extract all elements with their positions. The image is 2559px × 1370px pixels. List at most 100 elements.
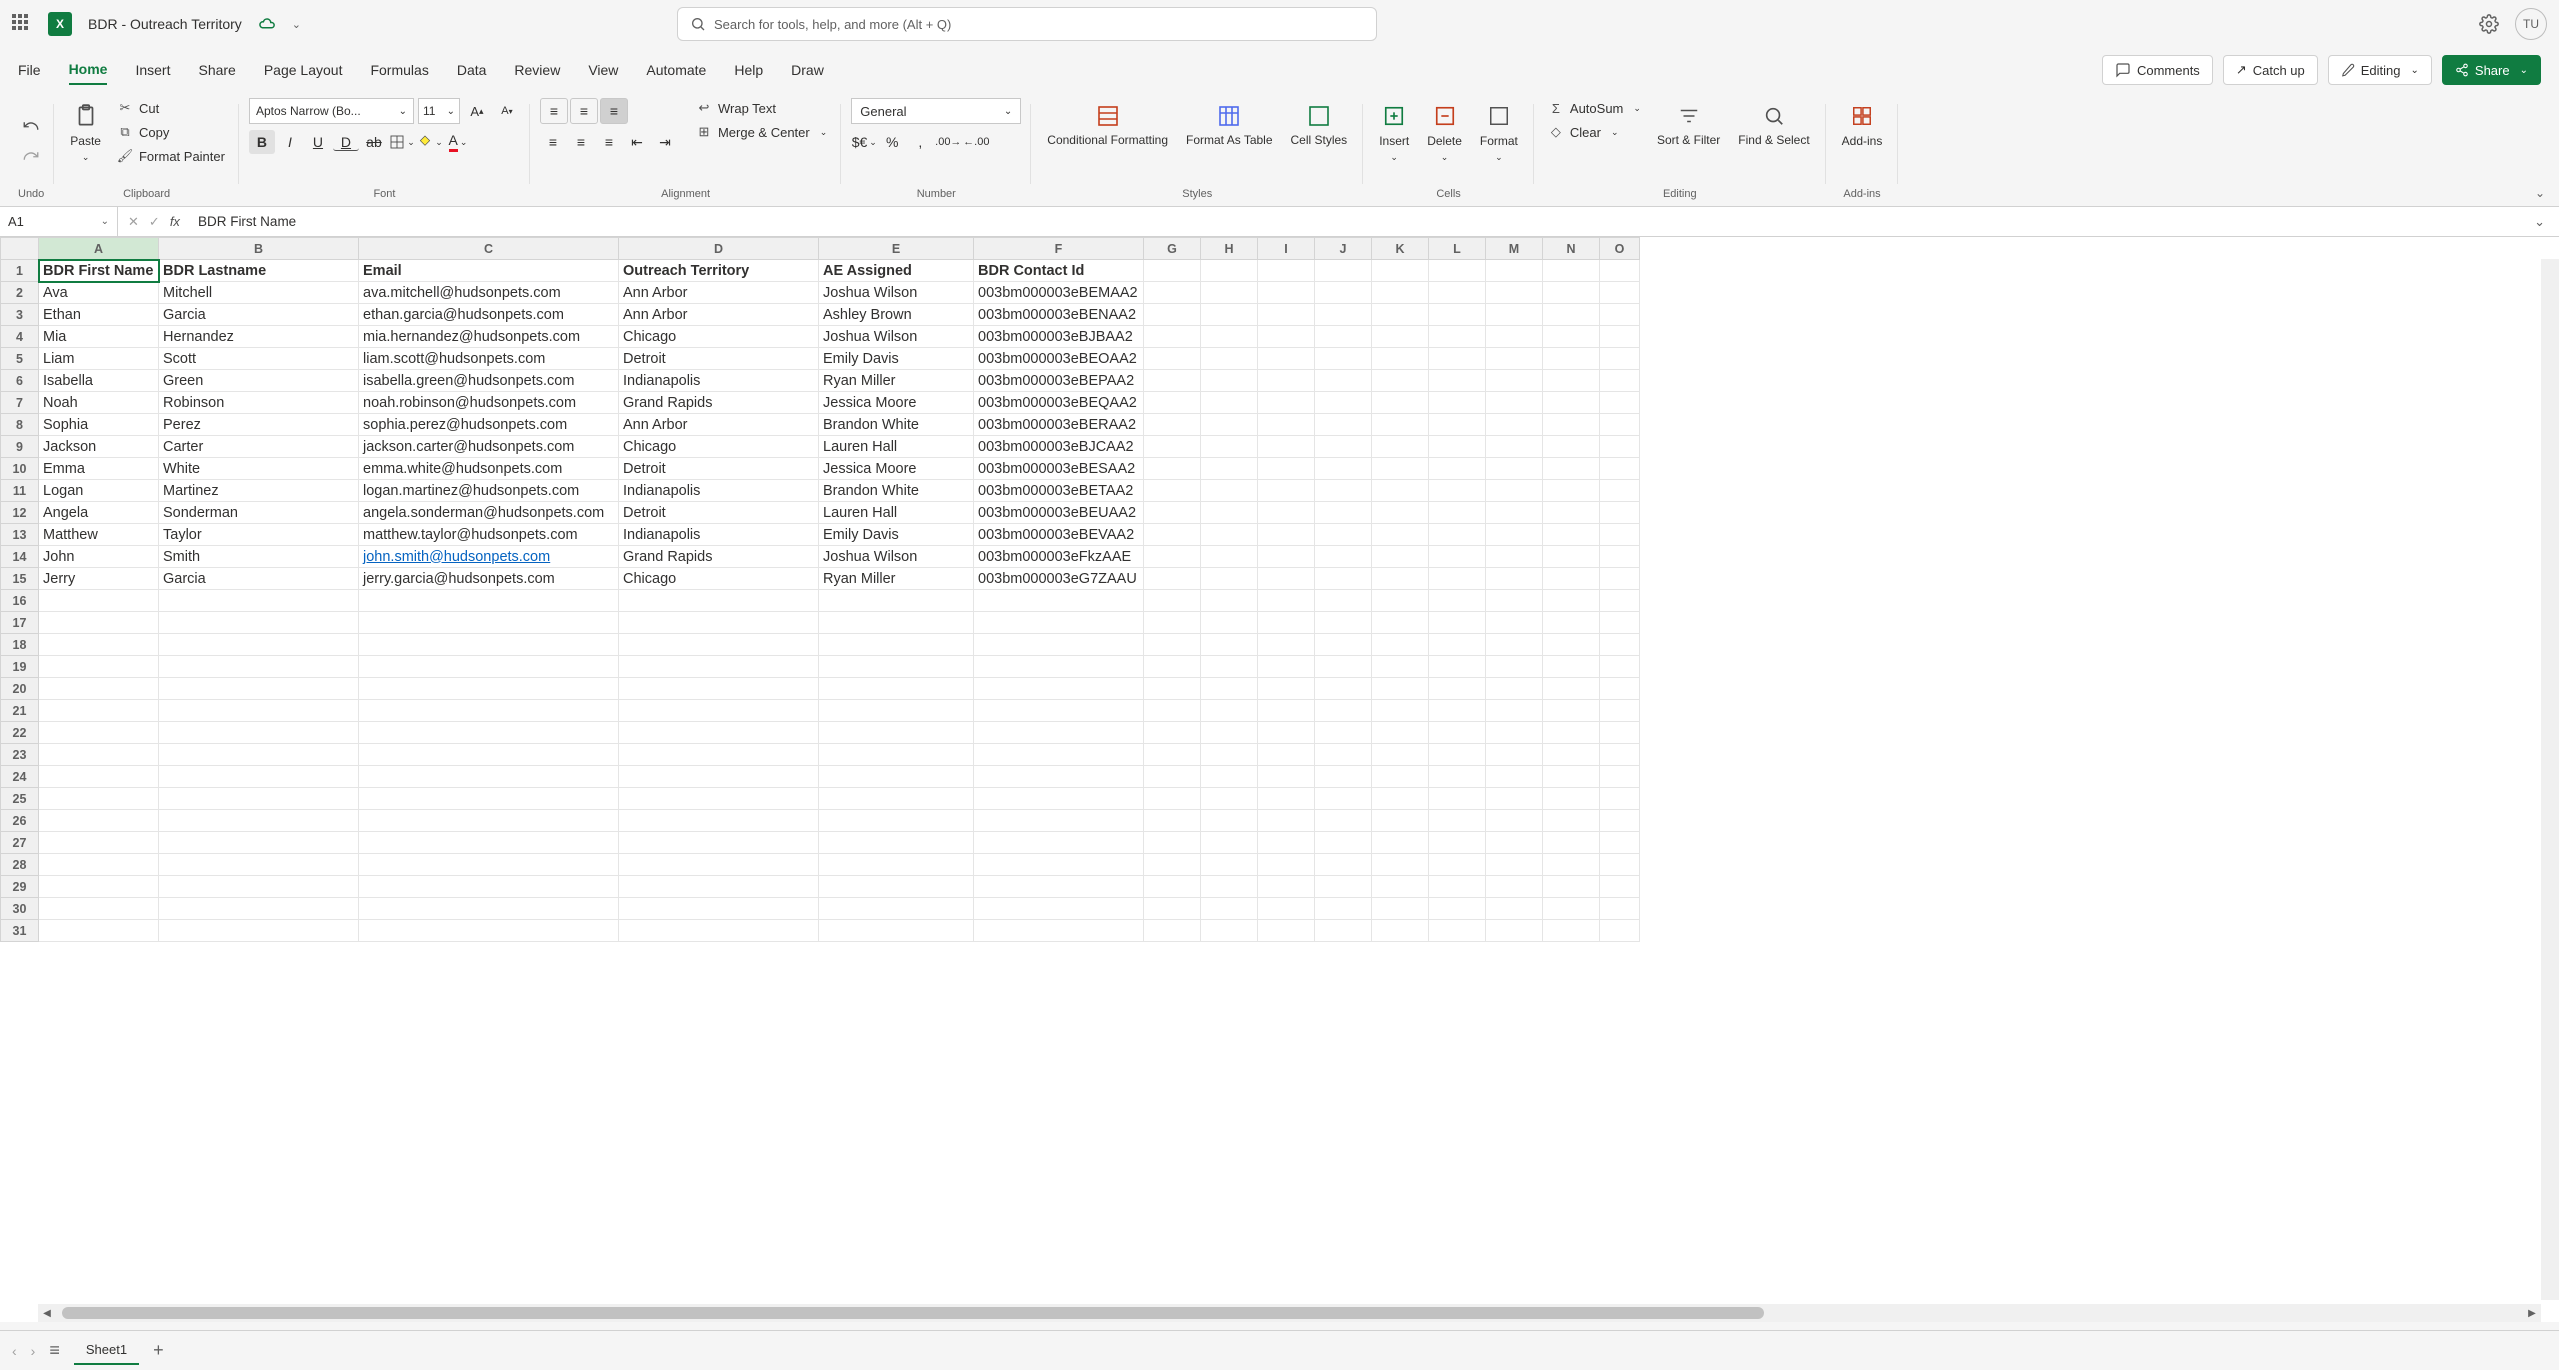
cell[interactable]: [1258, 348, 1315, 370]
cell[interactable]: [1201, 854, 1258, 876]
cell[interactable]: [1543, 788, 1600, 810]
cell[interactable]: [39, 656, 159, 678]
cell[interactable]: [1486, 766, 1543, 788]
cell[interactable]: Ann Arbor: [619, 282, 819, 304]
underline-button[interactable]: U: [305, 130, 331, 154]
paste-button[interactable]: Paste ⌄: [64, 98, 107, 167]
cell[interactable]: [619, 854, 819, 876]
cell[interactable]: [159, 744, 359, 766]
scroll-right-icon[interactable]: ▶: [2523, 1308, 2541, 1319]
cell[interactable]: [1600, 678, 1640, 700]
cell[interactable]: [1201, 612, 1258, 634]
cell[interactable]: [1258, 260, 1315, 282]
cell[interactable]: [1144, 920, 1201, 942]
cell[interactable]: [1429, 656, 1486, 678]
cell[interactable]: Grand Rapids: [619, 392, 819, 414]
cell[interactable]: [619, 590, 819, 612]
cell[interactable]: [1144, 282, 1201, 304]
cell[interactable]: [1600, 722, 1640, 744]
sheet-tab[interactable]: Sheet1: [74, 1336, 139, 1365]
cell[interactable]: [1258, 898, 1315, 920]
cell[interactable]: [1429, 788, 1486, 810]
cancel-formula-button[interactable]: ✕: [128, 214, 139, 230]
cell[interactable]: [1258, 634, 1315, 656]
cell[interactable]: [1144, 766, 1201, 788]
cell[interactable]: [1543, 744, 1600, 766]
font-name-select[interactable]: Aptos Narrow (Bo...⌄: [249, 98, 414, 124]
conditional-formatting-button[interactable]: Conditional Formatting: [1041, 98, 1174, 151]
cell[interactable]: [1372, 612, 1429, 634]
wrap-text-button[interactable]: ↩Wrap Text: [692, 98, 831, 118]
row-header[interactable]: 21: [1, 700, 39, 722]
cell[interactable]: Chicago: [619, 568, 819, 590]
column-header[interactable]: K: [1372, 238, 1429, 260]
cell[interactable]: [1429, 436, 1486, 458]
cell[interactable]: [1201, 898, 1258, 920]
italic-button[interactable]: I: [277, 130, 303, 154]
cell[interactable]: [1144, 612, 1201, 634]
cell[interactable]: [1315, 304, 1372, 326]
column-header[interactable]: L: [1429, 238, 1486, 260]
cell[interactable]: 003bm000003eBJBAA2: [974, 326, 1144, 348]
cell[interactable]: [359, 854, 619, 876]
cell[interactable]: [1372, 854, 1429, 876]
cell[interactable]: [1543, 326, 1600, 348]
cell[interactable]: Scott: [159, 348, 359, 370]
cell[interactable]: [1600, 260, 1640, 282]
cell[interactable]: Emily Davis: [819, 348, 974, 370]
cell[interactable]: 003bm000003eBJCAA2: [974, 436, 1144, 458]
cell[interactable]: [1315, 634, 1372, 656]
cell[interactable]: [1372, 392, 1429, 414]
format-painter-button[interactable]: 🖌Format Painter: [113, 146, 229, 166]
cell[interactable]: [1600, 634, 1640, 656]
sheet-nav-next[interactable]: ›: [31, 1343, 36, 1359]
cell[interactable]: [1486, 854, 1543, 876]
cell[interactable]: [39, 854, 159, 876]
cell[interactable]: [1144, 546, 1201, 568]
cell[interactable]: [359, 590, 619, 612]
tab-page-layout[interactable]: Page Layout: [264, 56, 343, 84]
cell[interactable]: [1372, 744, 1429, 766]
cell[interactable]: [1201, 304, 1258, 326]
cell[interactable]: Robinson: [159, 392, 359, 414]
cell[interactable]: [974, 700, 1144, 722]
formula-expand-button[interactable]: ⌄: [2520, 214, 2559, 230]
cell[interactable]: [1372, 414, 1429, 436]
cell[interactable]: [1144, 744, 1201, 766]
cell[interactable]: [619, 876, 819, 898]
cell[interactable]: [1144, 260, 1201, 282]
cell[interactable]: [1600, 546, 1640, 568]
cell[interactable]: [359, 722, 619, 744]
cell[interactable]: [1429, 876, 1486, 898]
cell[interactable]: [819, 854, 974, 876]
cell[interactable]: Hernandez: [159, 326, 359, 348]
cell[interactable]: [1144, 876, 1201, 898]
cut-button[interactable]: ✂Cut: [113, 98, 229, 118]
cell[interactable]: [1600, 700, 1640, 722]
cell[interactable]: [1429, 304, 1486, 326]
cell[interactable]: [159, 810, 359, 832]
cell[interactable]: [359, 810, 619, 832]
cell[interactable]: [1315, 832, 1372, 854]
cell[interactable]: [1543, 524, 1600, 546]
cell[interactable]: [1600, 920, 1640, 942]
cell[interactable]: [1486, 898, 1543, 920]
cell[interactable]: [1315, 546, 1372, 568]
cell[interactable]: [1543, 766, 1600, 788]
cell[interactable]: [1315, 788, 1372, 810]
cell[interactable]: [1372, 788, 1429, 810]
cell[interactable]: [1372, 480, 1429, 502]
cell[interactable]: BDR First Name: [39, 260, 159, 282]
cell[interactable]: [1429, 612, 1486, 634]
cell[interactable]: [1600, 304, 1640, 326]
cell[interactable]: [1543, 920, 1600, 942]
scroll-left-icon[interactable]: ◀: [38, 1308, 56, 1319]
cell[interactable]: [1600, 458, 1640, 480]
cell[interactable]: 003bm000003eBERAA2: [974, 414, 1144, 436]
cell[interactable]: [1144, 436, 1201, 458]
cell[interactable]: [974, 612, 1144, 634]
cell[interactable]: [1144, 370, 1201, 392]
tab-home[interactable]: Home: [69, 55, 108, 85]
row-header[interactable]: 30: [1, 898, 39, 920]
cell[interactable]: [1600, 370, 1640, 392]
